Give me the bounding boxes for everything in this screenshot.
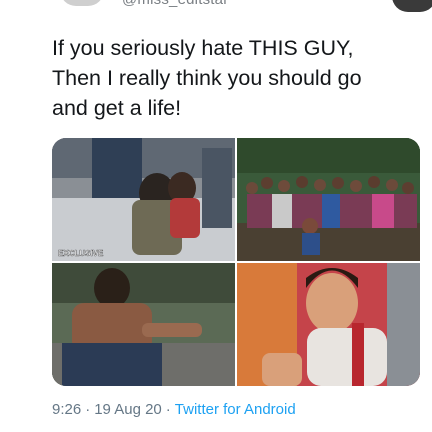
photo-portrait[interactable] xyxy=(237,263,420,386)
photo-group-children[interactable] xyxy=(237,138,420,261)
avatar[interactable] xyxy=(60,0,104,6)
photo-hug[interactable] xyxy=(52,138,235,261)
photo-kneeling[interactable] xyxy=(52,263,235,386)
meta-separator: · xyxy=(165,401,171,418)
meta-separator: · xyxy=(85,401,91,418)
more-options-icon[interactable] xyxy=(392,0,432,12)
user-handle[interactable]: @miss_editstar xyxy=(122,0,228,8)
tweet-source-link[interactable]: Twitter for Android xyxy=(175,401,296,418)
tweet-screenshot: @miss_editstar If you seriously hate THI… xyxy=(0,0,432,432)
tweet-media-collage[interactable]: EXCLUSIVE xyxy=(52,138,420,386)
tweet-meta: 9:26 · 19 Aug 20 · Twitter for Android xyxy=(52,401,296,418)
tweet-date[interactable]: 19 Aug 20 xyxy=(94,401,162,418)
tweet-header: @miss_editstar xyxy=(0,0,432,14)
tweet-text: If you seriously hate THIS GUY, Then I r… xyxy=(52,36,362,120)
tweet-time[interactable]: 9:26 xyxy=(52,401,81,418)
exclusive-badge: EXCLUSIVE xyxy=(58,249,104,258)
